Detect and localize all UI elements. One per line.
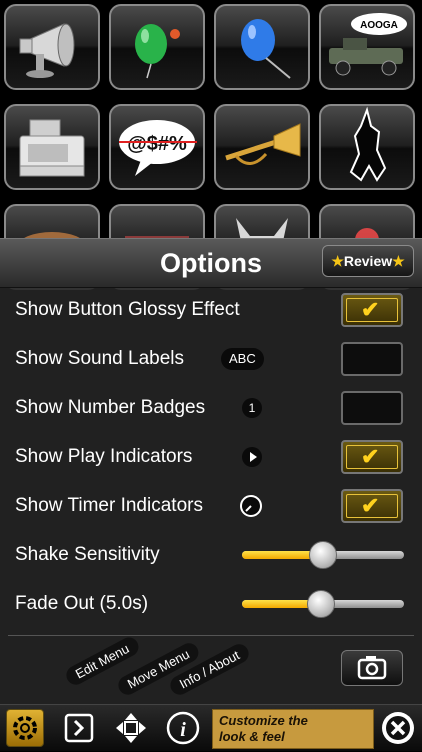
info-button[interactable]: i — [164, 709, 202, 747]
option-label: Show Number Badges — [15, 397, 206, 418]
swear-label: @$#% — [127, 133, 187, 155]
check-icon: ✔ — [361, 444, 380, 469]
sound-tile-blue-balloon[interactable] — [214, 4, 310, 90]
option-label: Show Button Glossy Effect — [15, 299, 240, 320]
check-icon: ✔ — [361, 297, 380, 322]
option-label: Show Timer Indicators — [15, 495, 203, 516]
number-badge: 1 — [242, 398, 262, 418]
timer-icon — [239, 494, 263, 518]
play-icon — [242, 447, 262, 467]
badges-checkbox[interactable] — [341, 391, 403, 425]
car-sound-label: AOOGA — [360, 20, 398, 31]
move-button[interactable] — [112, 709, 150, 747]
shake-sensitivity-slider[interactable] — [242, 541, 404, 569]
sound-tile-swear[interactable]: @$#% — [109, 104, 205, 190]
star-icon: ★ — [331, 252, 344, 269]
option-row-badges: Show Number Badges 1 — [0, 385, 422, 431]
sound-tile-cash-register[interactable] — [4, 104, 100, 190]
move-arrows-icon — [116, 713, 146, 743]
timer-checkbox[interactable]: ✔ — [341, 489, 403, 523]
option-row-labels: Show Sound Labels ABC — [0, 336, 422, 382]
slider-thumb[interactable] — [309, 541, 337, 569]
slider-thumb[interactable] — [307, 590, 336, 618]
glossy-checkbox[interactable]: ✔ — [341, 293, 403, 327]
cash-register-icon — [19, 119, 85, 177]
star-icon: ★ — [392, 252, 405, 269]
green-balloon-icon — [135, 24, 180, 79]
megaphone-icon — [19, 23, 75, 78]
sound-tile-megaphone[interactable] — [4, 4, 100, 90]
option-row-play: Show Play Indicators ✔ — [0, 434, 422, 480]
swear-bubble-icon: @$#% — [119, 120, 197, 176]
old-car-icon: AOOGA — [329, 13, 407, 76]
option-row-timer: Show Timer Indicators ✔ — [0, 483, 422, 529]
blue-balloon-icon — [241, 19, 291, 79]
option-row-glossy: Show Button Glossy Effect ✔ — [0, 287, 422, 333]
review-label: Review — [343, 253, 393, 269]
play-checkbox[interactable]: ✔ — [341, 440, 403, 474]
customize-line1: Customize the — [219, 713, 308, 728]
settings-button[interactable] — [6, 709, 44, 747]
sound-tile-green-balloon[interactable] — [109, 4, 205, 90]
play-box-button[interactable] — [60, 709, 98, 747]
customize-line2: look & feel — [219, 729, 285, 744]
svg-text:i: i — [180, 719, 186, 741]
review-button[interactable]: ★ Review ★ — [322, 245, 414, 277]
slider-label: Shake Sensitivity — [15, 544, 160, 565]
labels-checkbox[interactable] — [341, 342, 403, 376]
options-panel: Options ★ Review ★ Show Button Glossy Ef… — [0, 238, 422, 705]
check-icon: ✔ — [361, 493, 380, 518]
option-label: Show Sound Labels — [15, 348, 185, 369]
option-label: Show Play Indicators — [15, 446, 193, 467]
trumpet-icon — [225, 123, 301, 165]
gear-icon — [13, 716, 37, 740]
monkey-icon — [349, 106, 387, 182]
close-icon — [382, 712, 414, 744]
sound-tile-monkey[interactable] — [319, 104, 415, 190]
play-box-icon — [64, 713, 94, 743]
divider — [8, 635, 414, 636]
sound-tile-old-car[interactable]: AOOGA — [319, 4, 415, 90]
fade-out-slider[interactable] — [242, 590, 404, 618]
option-row-fade: Fade Out (5.0s) — [0, 581, 422, 627]
camera-button[interactable] — [341, 650, 403, 686]
customize-tip: Customize the look & feel — [212, 709, 374, 749]
abc-badge: ABC — [221, 348, 264, 370]
close-button[interactable] — [379, 709, 417, 747]
slider-label: Fade Out (5.0s) — [15, 593, 149, 614]
info-icon: i — [166, 711, 200, 745]
bottom-toolbar: i Customize the look & feel — [0, 704, 422, 751]
camera-icon — [357, 656, 387, 680]
sound-tile-trumpet[interactable] — [214, 104, 310, 190]
option-row-shake: Shake Sensitivity — [0, 532, 422, 578]
